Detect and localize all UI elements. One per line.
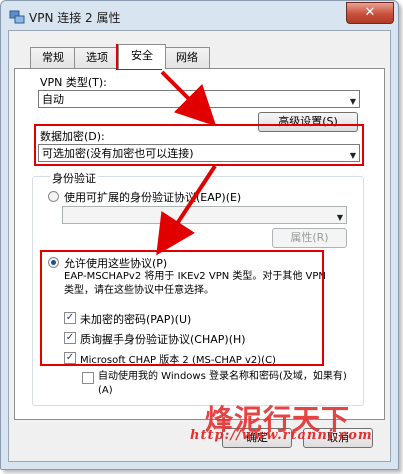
watermark-url: http://www.rtanni.com [190, 428, 373, 443]
arrow-tab-to-encryption [160, 70, 217, 127]
arrow-encryption-to-protocols [156, 164, 217, 256]
tab-security[interactable]: 安全 [118, 44, 166, 69]
